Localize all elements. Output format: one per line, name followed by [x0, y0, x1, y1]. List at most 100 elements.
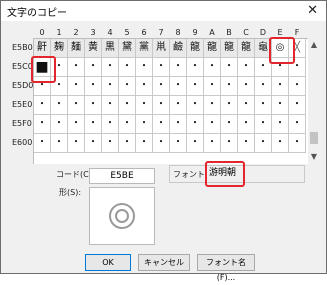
character-cell[interactable]: ・ [153, 58, 170, 77]
character-cell[interactable]: ・ [289, 115, 306, 134]
character-cell[interactable]: ・ [187, 96, 204, 115]
character-cell[interactable]: ・ [187, 77, 204, 96]
character-cell[interactable]: ・ [153, 115, 170, 134]
character-cell[interactable]: ・ [187, 134, 204, 153]
close-icon[interactable]: ✕ [307, 3, 318, 18]
ok-button[interactable]: OK [85, 254, 131, 271]
character-cell[interactable]: ・ [204, 77, 221, 96]
character-cell[interactable]: ・ [119, 115, 136, 134]
character-cell[interactable]: ・ [68, 134, 85, 153]
character-cell[interactable]: ・ [255, 115, 272, 134]
highlight-circle-cell [269, 37, 295, 64]
scroll-up-icon[interactable]: ▲ [308, 40, 320, 49]
character-cell[interactable]: ・ [51, 96, 68, 115]
character-cell[interactable]: ・ [136, 134, 153, 153]
character-cell[interactable]: ・ [102, 134, 119, 153]
character-cell[interactable]: ・ [102, 96, 119, 115]
character-cell[interactable]: ・ [102, 77, 119, 96]
character-cell[interactable]: ・ [34, 96, 51, 115]
character-cell[interactable]: ・ [255, 77, 272, 96]
character-cell[interactable]: ・ [204, 96, 221, 115]
character-cell[interactable]: ・ [221, 134, 238, 153]
character-cell[interactable]: ・ [85, 115, 102, 134]
character-cell[interactable]: ・ [85, 77, 102, 96]
character-cell[interactable]: ・ [34, 134, 51, 153]
character-cell[interactable]: 龍 [238, 39, 255, 58]
character-grid-area: 0 1 2 3 4 5 6 7 8 9 A B C D E F E5B0 E5C0 E5D0 E5E0 E5F0 E60… [7, 28, 320, 164]
column-header: 1 [56, 28, 62, 37]
character-cell[interactable]: 龍 [204, 39, 221, 58]
character-cell[interactable]: ・ [102, 58, 119, 77]
character-cell[interactable]: ・ [204, 115, 221, 134]
character-cell[interactable]: ・ [170, 96, 187, 115]
column-header: 0 [39, 28, 45, 37]
character-cell[interactable]: ・ [238, 96, 255, 115]
character-cell[interactable]: ・ [187, 115, 204, 134]
character-cell[interactable]: 麺 [68, 39, 85, 58]
font-name-button[interactable]: フォント名(F)... [197, 254, 255, 282]
character-cell[interactable]: ・ [85, 134, 102, 153]
character-cell[interactable]: 黨 [136, 39, 153, 58]
scroll-down-icon[interactable]: ▼ [308, 152, 320, 161]
character-cell[interactable]: 黛 [119, 39, 136, 58]
character-cell[interactable]: ・ [85, 96, 102, 115]
character-cell[interactable]: ・ [238, 77, 255, 96]
character-cell[interactable]: 龍 [187, 39, 204, 58]
character-cell[interactable]: ・ [272, 115, 289, 134]
character-cell[interactable]: ・ [153, 134, 170, 153]
character-cell[interactable]: ・ [136, 77, 153, 96]
character-cell[interactable]: 黒 [102, 39, 119, 58]
cancel-button[interactable]: キャンセル [138, 254, 190, 271]
character-cell[interactable]: ・ [34, 115, 51, 134]
character-cell[interactable]: 鹼 [170, 39, 187, 58]
character-cell[interactable]: ・ [68, 58, 85, 77]
character-cell[interactable]: ・ [153, 96, 170, 115]
dialog-title: 文字のコピー [7, 8, 67, 19]
character-cell[interactable]: ・ [136, 96, 153, 115]
character-cell[interactable]: ・ [272, 77, 289, 96]
character-cell[interactable]: ・ [272, 96, 289, 115]
character-cell[interactable]: ・ [289, 77, 306, 96]
character-cell[interactable]: ・ [102, 115, 119, 134]
character-cell[interactable]: ・ [85, 58, 102, 77]
character-cell[interactable]: 龍 [221, 39, 238, 58]
character-cell[interactable]: ・ [153, 77, 170, 96]
character-cell[interactable]: ・ [272, 134, 289, 153]
character-cell[interactable]: ・ [68, 115, 85, 134]
character-cell[interactable]: ・ [170, 77, 187, 96]
character-cell[interactable]: ・ [238, 134, 255, 153]
character-cell[interactable]: ・ [221, 115, 238, 134]
highlight-font-value [205, 161, 245, 187]
character-cell[interactable]: ・ [289, 134, 306, 153]
character-cell[interactable]: ・ [119, 134, 136, 153]
character-cell[interactable]: ・ [255, 96, 272, 115]
character-cell[interactable]: ・ [221, 77, 238, 96]
character-cell[interactable]: ・ [119, 77, 136, 96]
character-cell[interactable]: ・ [119, 96, 136, 115]
character-cell[interactable]: ・ [51, 134, 68, 153]
character-cell[interactable]: 鼡 [153, 39, 170, 58]
character-cell[interactable]: ・ [170, 115, 187, 134]
character-cell[interactable]: ・ [238, 115, 255, 134]
character-cell[interactable]: ・ [170, 134, 187, 153]
character-cell[interactable]: ・ [68, 77, 85, 96]
character-cell[interactable]: ・ [187, 58, 204, 77]
character-cell[interactable]: ・ [238, 58, 255, 77]
vertical-scrollbar[interactable]: ▲ ▼ [308, 38, 320, 163]
character-cell[interactable]: ・ [204, 58, 221, 77]
scroll-thumb[interactable] [310, 132, 318, 144]
character-cell[interactable]: ・ [221, 58, 238, 77]
character-cell[interactable]: ・ [170, 58, 187, 77]
character-cell[interactable]: ・ [255, 134, 272, 153]
code-field[interactable]: E5BE [89, 168, 155, 184]
character-cell[interactable]: ・ [289, 96, 306, 115]
character-cell[interactable]: ・ [204, 134, 221, 153]
character-grid[interactable]: 鼾麹麺黄黒黛黨鼡鹼龍龍龍龍龜 ◎ ╳ ■ ・・・・・・・・・・・・・・・・・・・・・・・… [33, 38, 308, 164]
character-cell[interactable]: 黄 [85, 39, 102, 58]
character-cell[interactable]: ・ [136, 115, 153, 134]
character-cell[interactable]: ・ [68, 96, 85, 115]
character-cell[interactable]: ・ [119, 58, 136, 77]
character-cell[interactable]: ・ [51, 115, 68, 134]
character-cell[interactable]: ・ [136, 58, 153, 77]
character-cell[interactable]: ・ [221, 96, 238, 115]
